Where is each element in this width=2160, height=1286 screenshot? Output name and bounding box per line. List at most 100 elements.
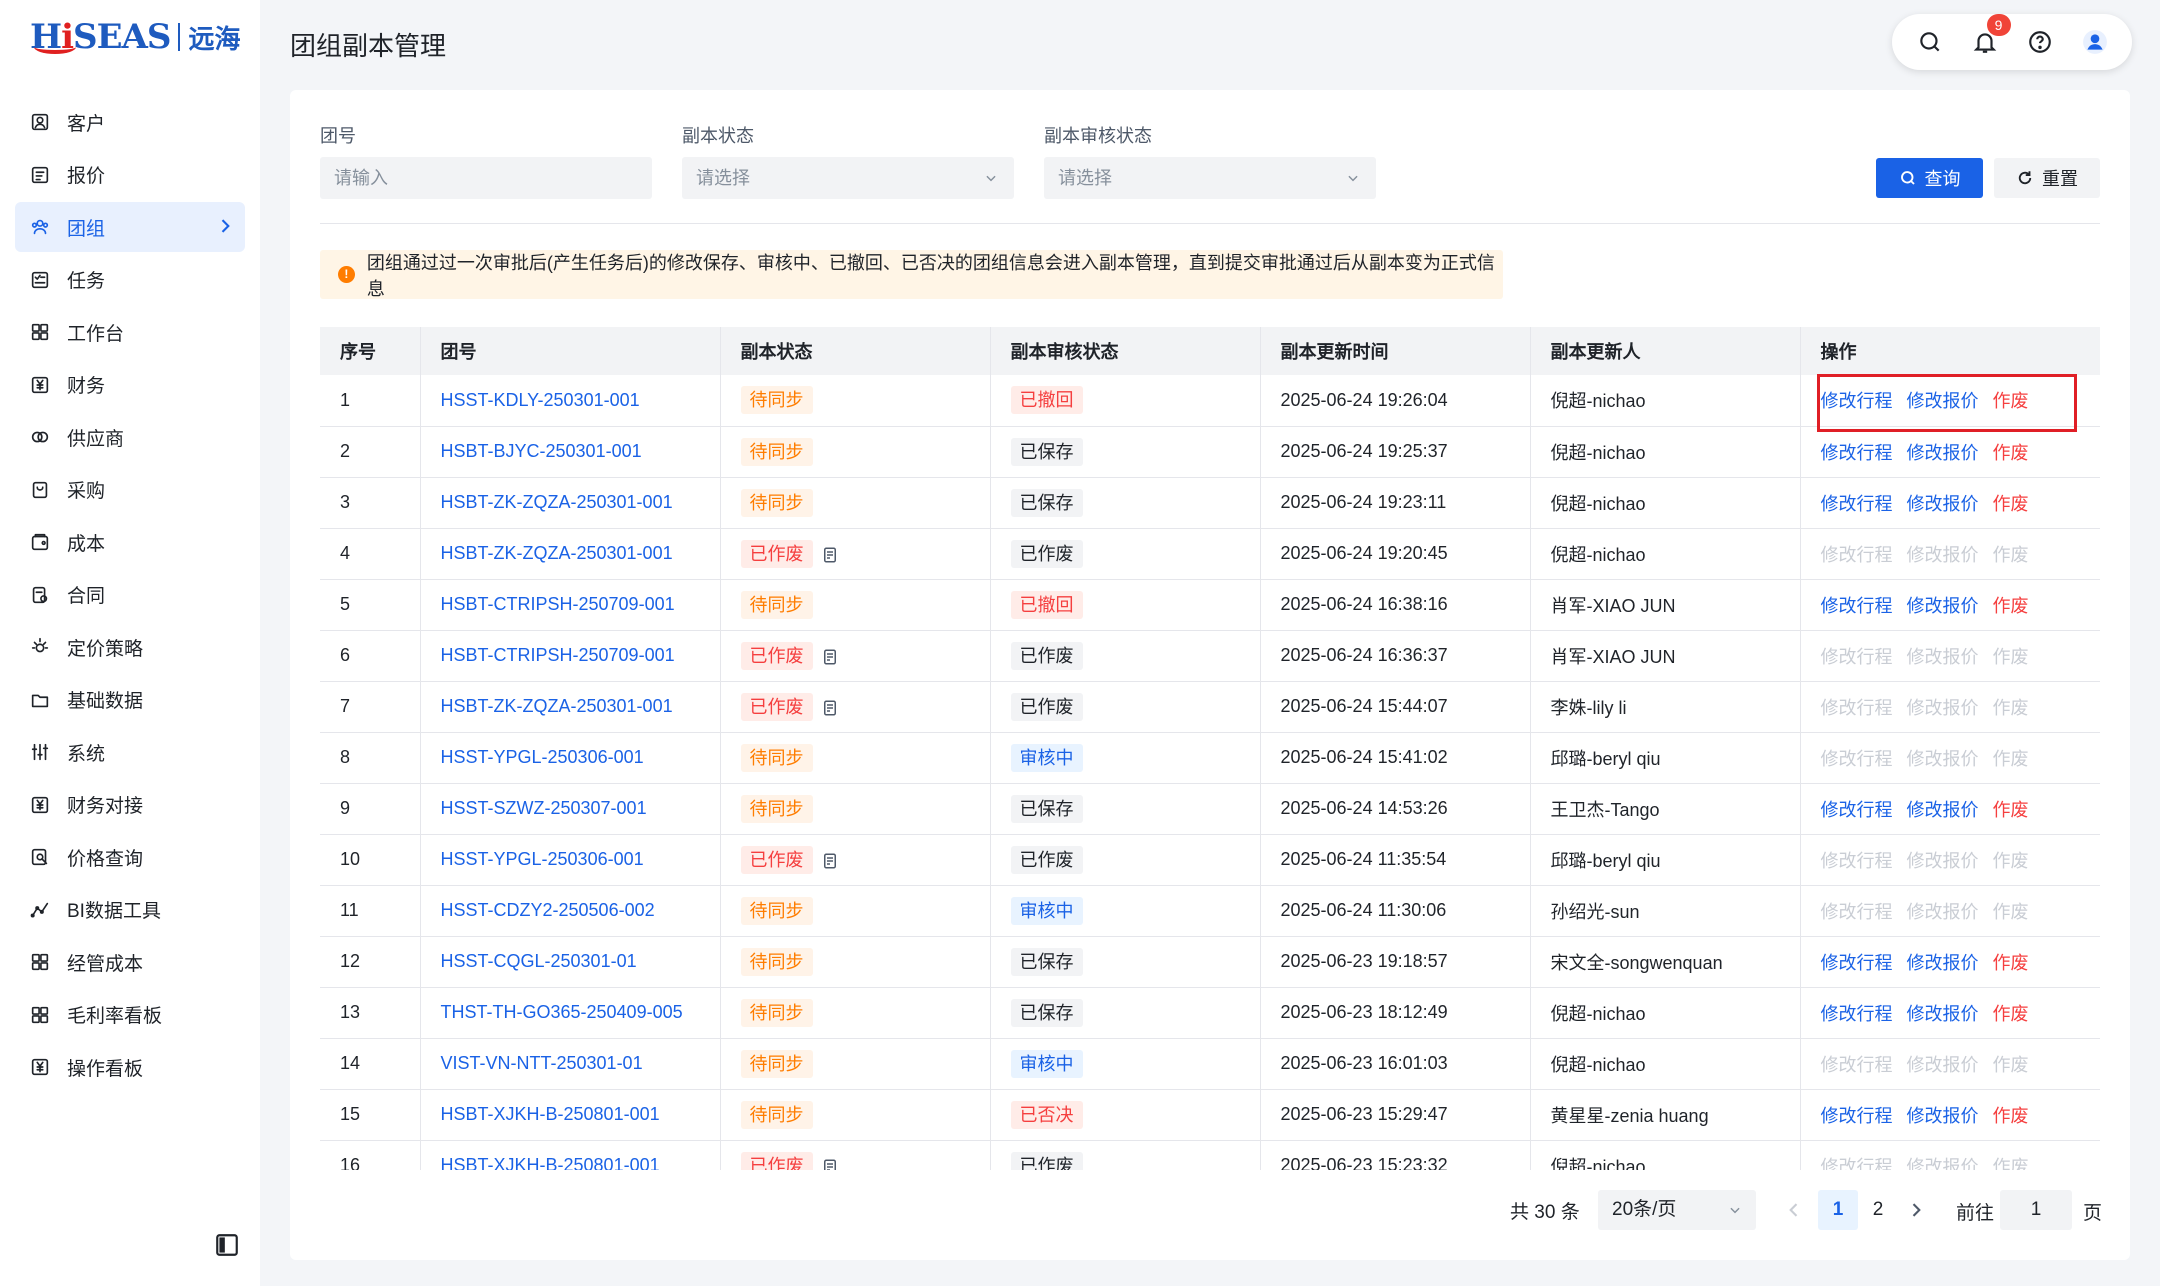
void-link[interactable]: 作废 xyxy=(1993,643,2029,669)
edit-itinerary-link[interactable]: 修改行程 xyxy=(1821,643,1893,669)
sidebar-item-price-query[interactable]: 价格查询 xyxy=(15,832,245,882)
edit-quote-link[interactable]: 修改报价 xyxy=(1907,592,1979,618)
void-link[interactable]: 作废 xyxy=(1993,592,2029,618)
void-link[interactable]: 作废 xyxy=(1993,541,2029,567)
brand-logo[interactable]: HiSEAS 远海 xyxy=(30,12,240,62)
sidebar-item-customer[interactable]: 客户 xyxy=(15,97,245,147)
edit-quote-link[interactable]: 修改报价 xyxy=(1907,541,1979,567)
edit-quote-link[interactable]: 修改报价 xyxy=(1907,490,1979,516)
sidebar-item-purchase[interactable]: 采购 xyxy=(15,465,245,515)
edit-itinerary-link[interactable]: 修改行程 xyxy=(1821,847,1893,873)
reset-button[interactable]: 重置 xyxy=(1994,158,2100,198)
edit-quote-link[interactable]: 修改报价 xyxy=(1907,1102,1979,1128)
sidebar-item-contract[interactable]: 合同 xyxy=(15,570,245,620)
page-button-1[interactable]: 1 xyxy=(1818,1190,1858,1230)
edit-itinerary-link[interactable]: 修改行程 xyxy=(1821,541,1893,567)
group-no-link[interactable]: HSST-YPGL-250306-001 xyxy=(441,747,644,767)
edit-itinerary-link[interactable]: 修改行程 xyxy=(1821,592,1893,618)
group-no-input[interactable]: 请输入 xyxy=(320,157,652,199)
group-no-link[interactable]: VIST-VN-NTT-250301-01 xyxy=(441,1053,643,1073)
edit-quote-link[interactable]: 修改报价 xyxy=(1907,1000,1979,1026)
edit-itinerary-link[interactable]: 修改行程 xyxy=(1821,1153,1893,1171)
query-button[interactable]: 查询 xyxy=(1876,158,1983,198)
void-link[interactable]: 作废 xyxy=(1993,949,2029,975)
edit-itinerary-link[interactable]: 修改行程 xyxy=(1821,796,1893,822)
edit-itinerary-link[interactable]: 修改行程 xyxy=(1821,1000,1893,1026)
sidebar-item-group[interactable]: 团组 xyxy=(15,202,245,252)
notification-bell-icon[interactable]: 9 xyxy=(1971,14,2011,56)
group-no-link[interactable]: HSBT-XJKH-B-250801-001 xyxy=(441,1104,660,1124)
sidebar-item-management-cost[interactable]: 经管成本 xyxy=(15,937,245,987)
edit-quote-link[interactable]: 修改报价 xyxy=(1907,898,1979,924)
user-avatar-icon[interactable] xyxy=(2081,28,2109,56)
page-size-select[interactable]: 20条/页 xyxy=(1598,1190,1756,1230)
group-no-link[interactable]: HSBT-CTRIPSH-250709-001 xyxy=(441,594,675,614)
sidebar-item-operation-dashboard[interactable]: 操作看板 xyxy=(15,1042,245,1092)
prev-page-icon[interactable] xyxy=(1784,1200,1804,1220)
help-icon[interactable] xyxy=(2026,28,2054,56)
group-no-link[interactable]: HSST-YPGL-250306-001 xyxy=(441,849,644,869)
group-no-link[interactable]: HSST-KDLY-250301-001 xyxy=(441,390,640,410)
sidebar-item-cost[interactable]: 成本 xyxy=(15,517,245,567)
group-no-link[interactable]: HSBT-ZK-ZQZA-250301-001 xyxy=(441,696,673,716)
sidebar-collapse-icon[interactable] xyxy=(214,1232,240,1258)
void-link[interactable]: 作废 xyxy=(1993,1000,2029,1026)
sidebar-item-supplier[interactable]: 供应商 xyxy=(15,412,245,462)
edit-quote-link[interactable]: 修改报价 xyxy=(1907,847,1979,873)
edit-itinerary-link[interactable]: 修改行程 xyxy=(1821,949,1893,975)
group-no-link[interactable]: HSBT-BJYC-250301-001 xyxy=(441,441,642,461)
group-no-link[interactable]: HSBT-CTRIPSH-250709-001 xyxy=(441,645,675,665)
audit-status-select[interactable]: 请选择 xyxy=(1044,157,1376,199)
sidebar-item-finance[interactable]: 财务 xyxy=(15,360,245,410)
edit-quote-link[interactable]: 修改报价 xyxy=(1907,796,1979,822)
group-no-link[interactable]: HSST-CQGL-250301-01 xyxy=(441,951,637,971)
note-icon[interactable] xyxy=(821,648,839,666)
search-icon[interactable] xyxy=(1916,28,1944,56)
edit-quote-link[interactable]: 修改报价 xyxy=(1907,439,1979,465)
edit-quote-link[interactable]: 修改报价 xyxy=(1907,643,1979,669)
sidebar-item-bi-tool[interactable]: BI数据工具 xyxy=(15,885,245,935)
edit-itinerary-link[interactable]: 修改行程 xyxy=(1821,439,1893,465)
void-link[interactable]: 作废 xyxy=(1993,796,2029,822)
void-link[interactable]: 作废 xyxy=(1993,1051,2029,1077)
edit-quote-link[interactable]: 修改报价 xyxy=(1907,694,1979,720)
note-icon[interactable] xyxy=(821,699,839,717)
sidebar-item-system[interactable]: 系统 xyxy=(15,727,245,777)
edit-itinerary-link[interactable]: 修改行程 xyxy=(1821,898,1893,924)
sidebar-item-margin-dashboard[interactable]: 毛利率看板 xyxy=(15,990,245,1040)
void-link[interactable]: 作废 xyxy=(1993,1153,2029,1171)
group-no-link[interactable]: THST-TH-GO365-250409-005 xyxy=(441,1002,683,1022)
group-no-link[interactable]: HSST-CDZY2-250506-002 xyxy=(441,900,655,920)
sidebar-item-task[interactable]: 任务 xyxy=(15,255,245,305)
void-link[interactable]: 作废 xyxy=(1993,898,2029,924)
edit-quote-link[interactable]: 修改报价 xyxy=(1907,1051,1979,1077)
edit-itinerary-link[interactable]: 修改行程 xyxy=(1821,1102,1893,1128)
edit-itinerary-link[interactable]: 修改行程 xyxy=(1821,1051,1893,1077)
void-link[interactable]: 作废 xyxy=(1993,745,2029,771)
void-link[interactable]: 作废 xyxy=(1993,694,2029,720)
note-icon[interactable] xyxy=(821,1158,839,1170)
page-button-2[interactable]: 2 xyxy=(1858,1190,1898,1230)
void-link[interactable]: 作废 xyxy=(1993,439,2029,465)
sidebar-item-finance-integration[interactable]: 财务对接 xyxy=(15,780,245,830)
copy-status-select[interactable]: 请选择 xyxy=(682,157,1014,199)
edit-quote-link[interactable]: 修改报价 xyxy=(1907,1153,1979,1171)
edit-itinerary-link[interactable]: 修改行程 xyxy=(1821,490,1893,516)
edit-itinerary-link[interactable]: 修改行程 xyxy=(1821,694,1893,720)
group-no-link[interactable]: HSST-SZWZ-250307-001 xyxy=(441,798,647,818)
edit-itinerary-link[interactable]: 修改行程 xyxy=(1821,745,1893,771)
edit-quote-link[interactable]: 修改报价 xyxy=(1907,949,1979,975)
next-page-icon[interactable] xyxy=(1906,1200,1926,1220)
sidebar-item-workbench[interactable]: 工作台 xyxy=(15,307,245,357)
void-link[interactable]: 作废 xyxy=(1993,1102,2029,1128)
group-no-link[interactable]: HSBT-ZK-ZQZA-250301-001 xyxy=(441,492,673,512)
sidebar-item-quote[interactable]: 报价 xyxy=(15,150,245,200)
note-icon[interactable] xyxy=(821,852,839,870)
edit-quote-link[interactable]: 修改报价 xyxy=(1907,745,1979,771)
void-link[interactable]: 作废 xyxy=(1993,847,2029,873)
note-icon[interactable] xyxy=(821,546,839,564)
sidebar-item-basic-data[interactable]: 基础数据 xyxy=(15,675,245,725)
group-no-link[interactable]: HSBT-ZK-ZQZA-250301-001 xyxy=(441,543,673,563)
goto-page-input[interactable]: 1 xyxy=(2000,1190,2072,1230)
sidebar-item-pricing-strategy[interactable]: 定价策略 xyxy=(15,622,245,672)
